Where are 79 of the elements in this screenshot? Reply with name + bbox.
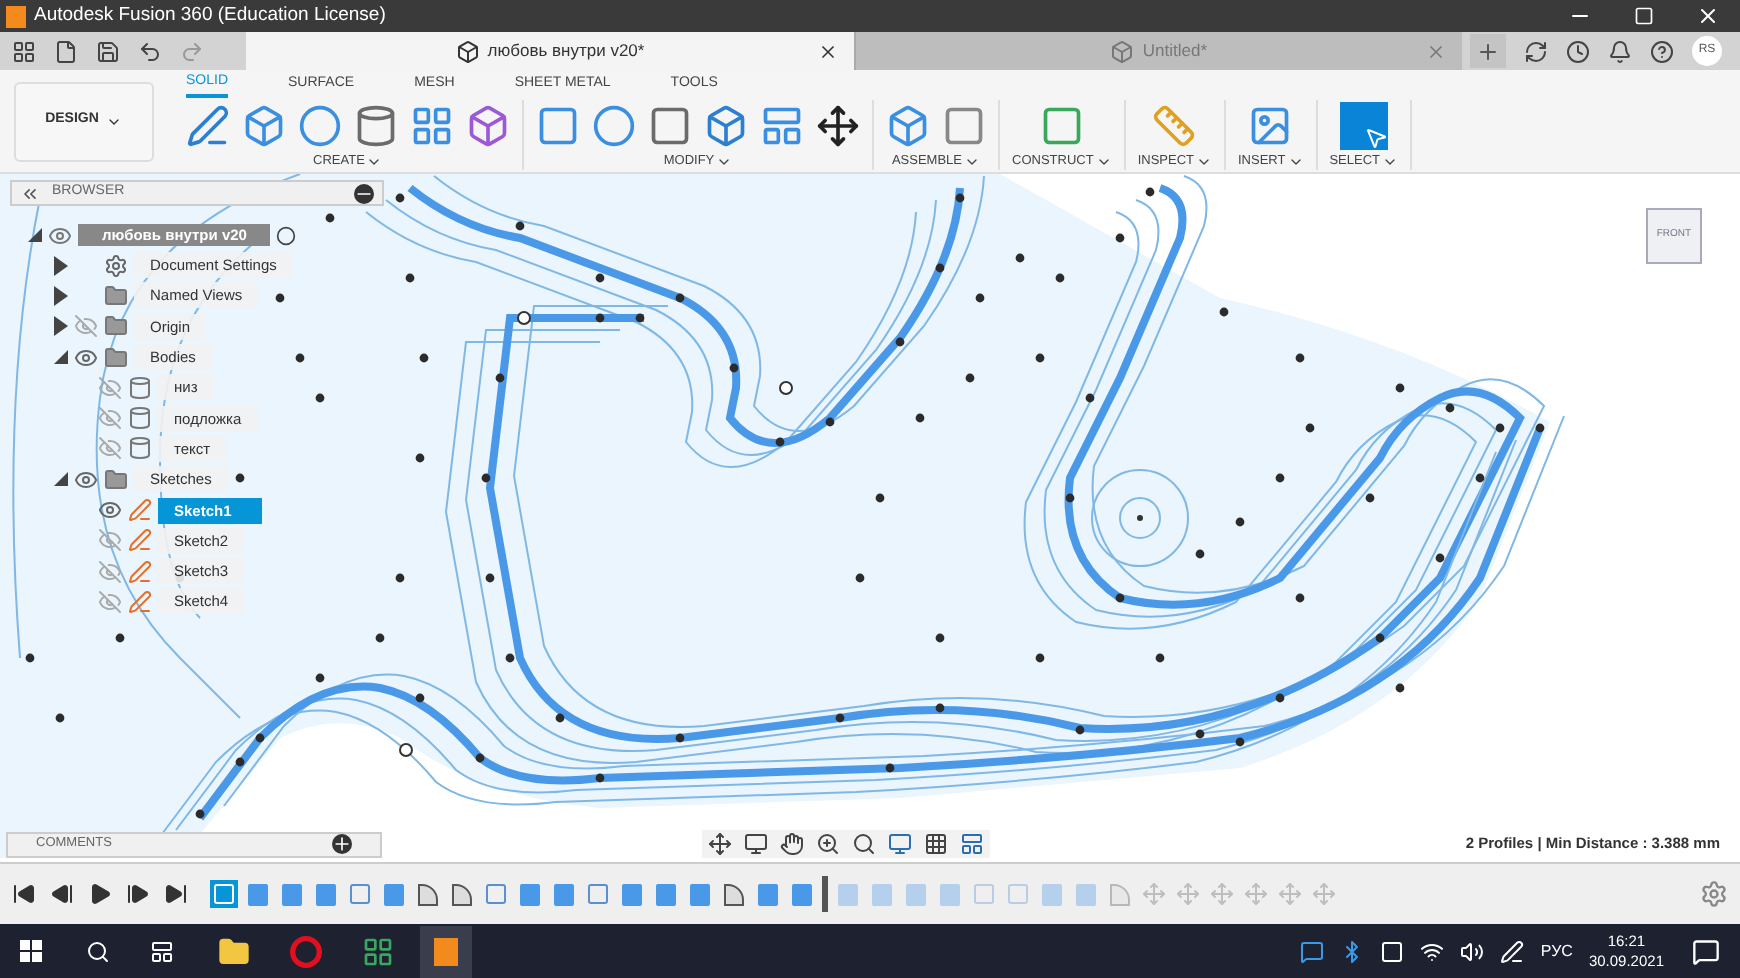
sketch-icon [128,559,152,584]
help-icon[interactable] [1650,39,1674,63]
window-title: Autodesk Fusion 360 (Education License) [34,1,386,30]
restore-icon [1634,6,1654,26]
pan-icon[interactable] [780,832,804,856]
next-step-icon[interactable] [126,882,150,906]
undo-icon[interactable] [138,39,162,63]
plus-icon [1476,39,1500,63]
clock-icon[interactable] [1566,39,1590,63]
expanded-triangle-icon[interactable] [53,472,67,487]
play-icon[interactable] [88,882,112,906]
collapsed-triangle-icon[interactable] [53,285,67,306]
eye-icon[interactable] [74,467,98,492]
previous-step-icon[interactable] [50,882,74,906]
document-cube-icon [1110,39,1135,63]
start-button-icon[interactable] [20,940,42,962]
timeline-sketch-icon[interactable] [482,880,510,908]
eye-icon[interactable] [48,223,72,247]
timeline-fillet-icon[interactable] [720,880,748,908]
panel-minimize-icon[interactable] [354,183,374,203]
collapsed-triangle-icon[interactable] [53,255,67,276]
ruler-tool-icon[interactable] [1152,103,1197,148]
select-tool-icon[interactable] [1339,101,1388,150]
pen-icon[interactable] [1500,939,1525,963]
sync-icon[interactable] [1524,39,1548,63]
eye-hidden-icon[interactable] [98,589,122,614]
timeline-sketch-icon[interactable] [210,880,238,908]
orbit-icon[interactable] [708,832,732,856]
pattern-tool-icon[interactable] [410,103,454,148]
timeline-fillet-icon[interactable] [414,880,442,908]
save-icon[interactable] [96,39,120,63]
eye-icon[interactable] [98,498,122,523]
language-indicator[interactable]: РУС [1540,939,1573,963]
sketch-icon [128,498,152,523]
expanded-triangle-icon[interactable] [53,350,67,365]
pointer-icon [1363,125,1388,150]
expanded-triangle-icon[interactable] [28,228,42,242]
notifications-icon[interactable] [1608,39,1632,63]
close-tab-icon[interactable] [818,41,838,61]
body-icon [128,375,152,400]
folder-icon [104,314,128,339]
eye-hidden-icon[interactable] [98,406,122,431]
move-tool-icon[interactable] [816,103,860,148]
notification-center-icon[interactable] [1692,937,1720,965]
folder-app-icon[interactable] [218,935,250,967]
collapse-icon[interactable] [20,183,40,203]
grid-menu-icon[interactable] [12,39,36,63]
body-icon [128,436,152,461]
grid-settings-icon[interactable] [924,832,948,856]
new-tab-button[interactable] [1470,34,1506,68]
zoom-icon[interactable] [816,832,840,856]
display-settings-icon[interactable] [888,832,912,856]
network-icon[interactable] [1420,939,1445,963]
body-icon [128,406,152,431]
last-step-icon[interactable] [164,882,188,906]
close-icon [1696,4,1720,28]
collapsed-triangle-icon[interactable] [53,316,67,337]
timeline-sketch-icon[interactable] [346,880,374,908]
sketch-icon [128,589,152,614]
first-step-icon[interactable] [12,882,36,906]
search-icon[interactable] [86,939,110,963]
timeline-marker[interactable] [822,876,828,912]
settings-icon[interactable] [1700,880,1728,908]
timeline-sketch-icon[interactable] [584,880,612,908]
box-tool-icon[interactable] [242,103,286,148]
eye-icon[interactable] [74,345,98,370]
eye-hidden-icon[interactable] [98,559,122,584]
sketch-tool-icon[interactable] [186,103,230,148]
add-comment-icon[interactable] [332,834,352,854]
timeline-fillet-icon[interactable] [448,880,476,908]
activate-radio-icon[interactable] [276,225,297,245]
cylinder-tool-icon[interactable] [354,103,398,148]
file-icon[interactable] [54,39,78,63]
document-tab[interactable]: любовь внутри v20* [246,32,854,70]
sketch-icon [128,528,152,553]
picture-tool-icon[interactable] [1248,103,1293,148]
app-logo-icon [6,5,26,27]
document-cube-icon [455,39,480,63]
gear-icon [104,253,128,278]
